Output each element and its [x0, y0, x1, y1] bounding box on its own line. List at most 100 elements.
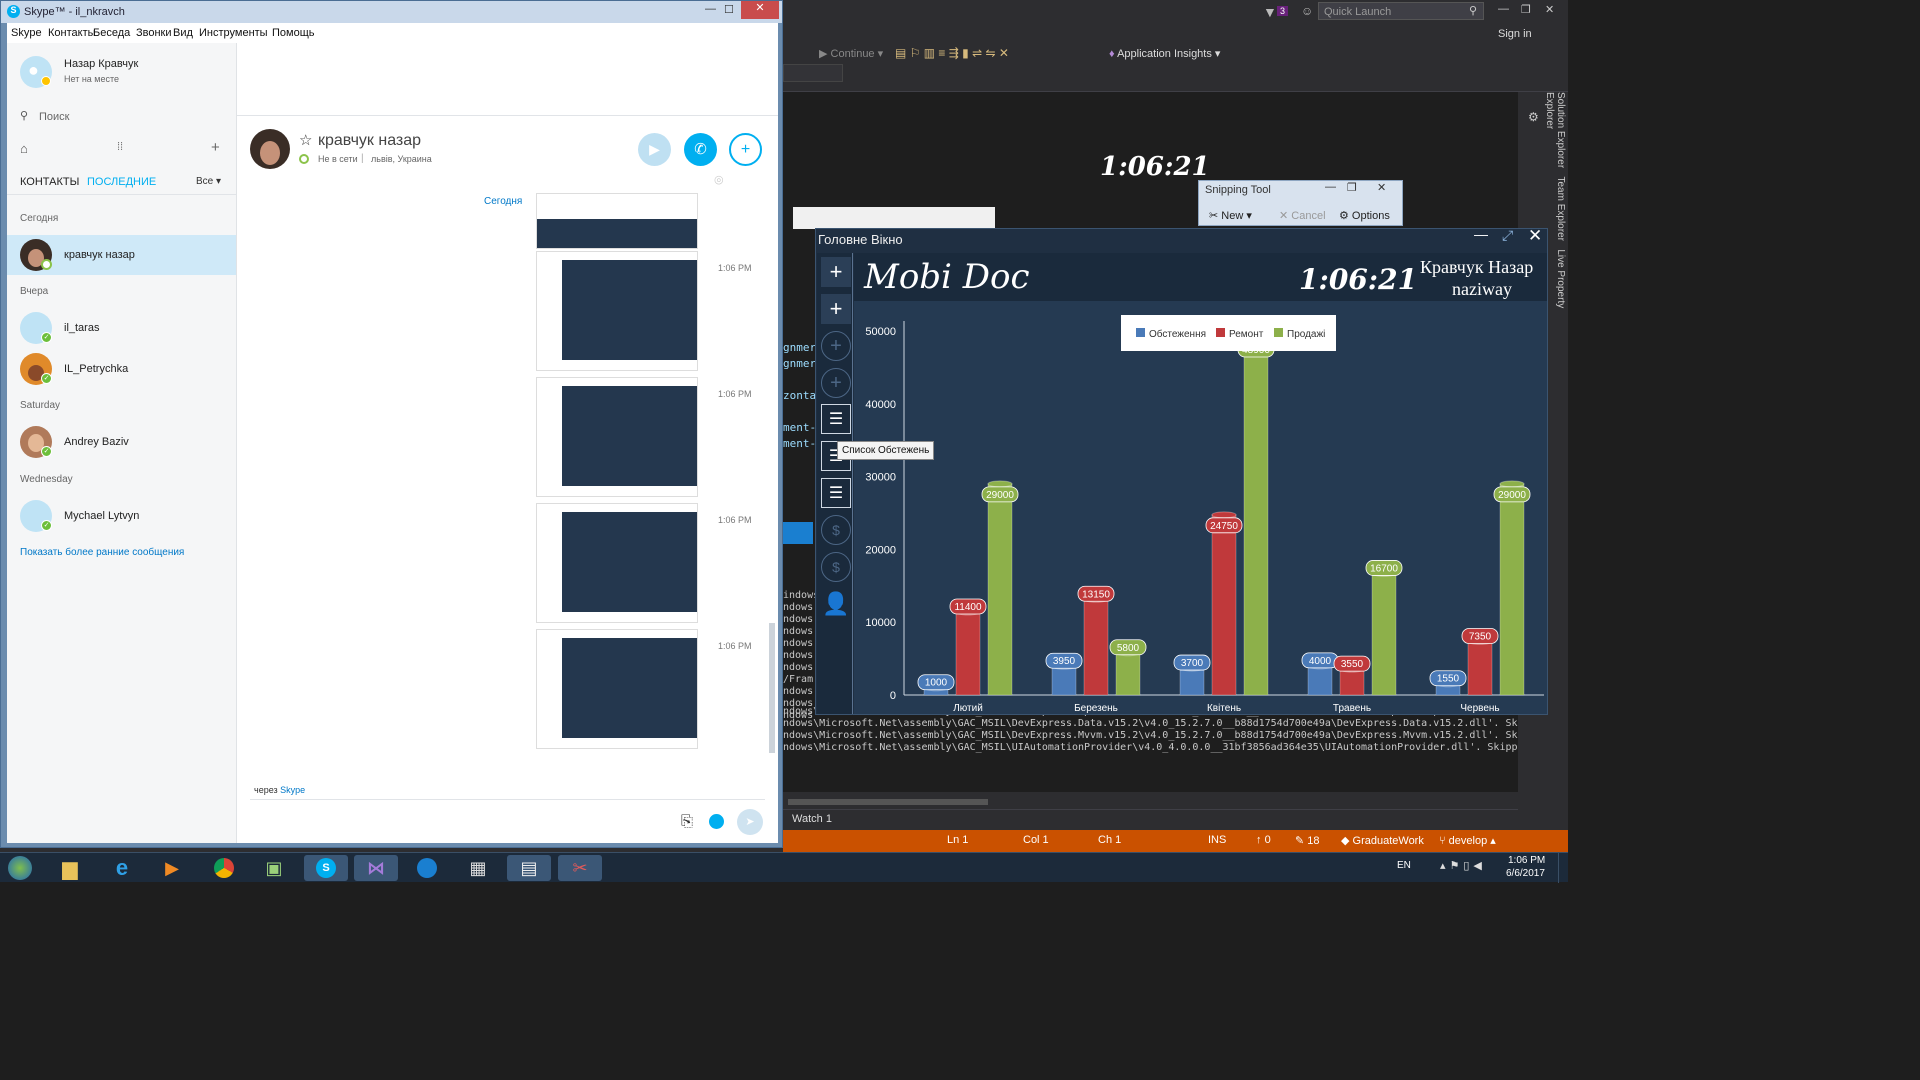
- show-earlier-link[interactable]: Показать более ранние сообщения: [20, 547, 184, 558]
- list-icon[interactable]: ☰: [821, 478, 851, 508]
- show-desktop-button[interactable]: [1558, 853, 1568, 883]
- favorite-star-icon[interactable]: ☆: [299, 131, 312, 149]
- chat-avatar[interactable]: [250, 129, 290, 169]
- image-message[interactable]: [536, 377, 698, 497]
- clock-time[interactable]: 1:06 PM: [1508, 855, 1545, 866]
- filter-dropdown[interactable]: Все ▾: [196, 176, 221, 187]
- dollar-icon[interactable]: $: [821, 552, 851, 582]
- skype-minimize-icon[interactable]: —: [705, 3, 716, 15]
- tab-solution-explorer[interactable]: Solution Explorer: [1555, 92, 1566, 168]
- status-repo[interactable]: ◆ GraduateWork: [1341, 834, 1424, 847]
- application-insights-button[interactable]: ♦ Application Insights ▾: [1109, 47, 1220, 60]
- taskbar-calculator[interactable]: ▦: [456, 855, 500, 881]
- feedback-icon[interactable]: ☺: [1301, 4, 1313, 18]
- image-message[interactable]: [536, 629, 698, 749]
- home-icon[interactable]: ⌂: [20, 141, 28, 156]
- add-contact-button[interactable]: +: [729, 133, 762, 166]
- emoji-icon[interactable]: [709, 814, 724, 829]
- taskbar-terminal[interactable]: ▣: [252, 855, 296, 881]
- list-icon[interactable]: ☰: [821, 404, 851, 434]
- watch-tab[interactable]: Watch 1: [792, 813, 832, 825]
- chat-scrollbar[interactable]: [769, 623, 775, 753]
- skype-maximize-icon[interactable]: ☐: [724, 3, 734, 16]
- add-circle-icon[interactable]: +: [821, 331, 851, 361]
- call-button[interactable]: ✆: [684, 133, 717, 166]
- image-message[interactable]: [536, 251, 698, 371]
- add-icon[interactable]: +: [821, 257, 851, 287]
- taskbar-media-player[interactable]: ▶: [150, 855, 194, 881]
- menu-item[interactable]: Беседа: [93, 27, 130, 39]
- tab-recent[interactable]: ПОСЛЕДНИЕ: [87, 176, 156, 188]
- sign-in-link[interactable]: Sign in: [1498, 28, 1532, 40]
- minimize-icon[interactable]: —: [1498, 3, 1509, 15]
- add-icon[interactable]: +: [211, 139, 220, 156]
- taskbar-chrome[interactable]: [202, 855, 246, 881]
- menu-item[interactable]: Вид: [173, 27, 193, 39]
- close-icon[interactable]: ✕: [1545, 3, 1554, 16]
- clock-date[interactable]: 6/6/2017: [1506, 868, 1545, 879]
- user-logout-icon[interactable]: 👤: [821, 589, 851, 619]
- config-dropdown[interactable]: [783, 64, 843, 82]
- away-status-icon: [41, 76, 51, 86]
- contact-item[interactable]: кравчук назар: [7, 235, 236, 275]
- taskbar-teamviewer[interactable]: [405, 855, 449, 881]
- skype-logo-icon: S: [7, 5, 20, 18]
- add-circle-icon[interactable]: +: [821, 368, 851, 398]
- send-button[interactable]: ➤: [737, 809, 763, 835]
- language-indicator[interactable]: EN: [1397, 860, 1411, 871]
- start-button[interactable]: [0, 855, 40, 881]
- image-message[interactable]: [536, 503, 698, 623]
- contact-item[interactable]: ✓ Mychael Lytvyn: [7, 496, 236, 536]
- via-skype-link[interactable]: Skype: [280, 785, 305, 795]
- toolbar-icons[interactable]: ▤ ⚐ ▥ ≡ ⇶ ▮ ⇌ ⇋ ✕: [895, 46, 1009, 60]
- menu-item[interactable]: Skype: [11, 27, 42, 39]
- tray-icons[interactable]: ▴⚑▯◀: [1440, 859, 1486, 872]
- snip-close-icon[interactable]: ✕: [1377, 181, 1386, 194]
- snip-options-button[interactable]: ⚙ Options: [1339, 209, 1390, 222]
- menu-item[interactable]: Помощь: [272, 27, 315, 39]
- scroll-thumb[interactable]: [788, 799, 988, 805]
- taskbar-internet-explorer[interactable]: e: [100, 855, 144, 881]
- tab-team-explorer[interactable]: Team Explorer: [1555, 177, 1566, 241]
- image-message[interactable]: [536, 193, 698, 249]
- profile-name[interactable]: Назар Кравчук: [64, 58, 138, 70]
- restore-icon[interactable]: ❐: [1521, 3, 1531, 16]
- snip-cancel-button[interactable]: ✕ Cancel: [1279, 209, 1326, 222]
- app-clock: 1:06:21: [1299, 263, 1418, 296]
- taskbar-file-explorer[interactable]: ▆: [48, 855, 92, 881]
- taskbar-snipping-tool[interactable]: ✂: [558, 855, 602, 881]
- contact-item[interactable]: ✓ IL_Petrychka: [7, 349, 236, 389]
- filter-icon[interactable]: ▼: [1263, 4, 1277, 20]
- search-field[interactable]: ⚲ Поиск: [7, 107, 236, 129]
- tab-contacts[interactable]: КОНТАКТЫ: [20, 176, 79, 188]
- taskbar-skype[interactable]: S: [304, 855, 348, 881]
- menu-item[interactable]: Звонки: [136, 27, 172, 39]
- taskbar-visual-studio[interactable]: ⋈: [354, 855, 398, 881]
- mobidoc-close-icon[interactable]: ✕: [1528, 226, 1542, 246]
- status-branch[interactable]: ⑂ develop ▴: [1439, 834, 1496, 847]
- status-edits[interactable]: ✎ 18: [1295, 834, 1320, 847]
- side-tabs[interactable]: Solution Explorer Team Explorer Live Pro…: [1544, 92, 1566, 342]
- dialpad-icon[interactable]: ⁞⁞: [117, 141, 123, 153]
- attach-icon[interactable]: ⎘: [681, 813, 693, 830]
- status-push[interactable]: ↑ 0: [1256, 834, 1271, 846]
- add-icon[interactable]: +: [821, 294, 851, 324]
- output-scrollbar[interactable]: [783, 795, 1518, 809]
- taskbar-notepad[interactable]: ▤: [507, 855, 551, 881]
- quick-launch-input[interactable]: Quick Launch ⚲: [1318, 2, 1484, 20]
- menu-item[interactable]: Контакты: [48, 27, 96, 39]
- mobidoc-minimize-icon[interactable]: —: [1474, 226, 1488, 242]
- video-call-button[interactable]: ▶: [638, 133, 671, 166]
- menu-item[interactable]: Инструменты: [199, 27, 268, 39]
- mobidoc-maximize-icon[interactable]: ⤢: [1502, 227, 1513, 244]
- snip-new-button[interactable]: ✂ New ▾: [1209, 209, 1252, 222]
- snip-minimize-icon[interactable]: —: [1325, 181, 1336, 193]
- contact-item[interactable]: ✓ il_taras: [7, 308, 236, 348]
- skype-close-icon[interactable]: ✕: [741, 1, 779, 19]
- dollar-icon[interactable]: $: [821, 515, 851, 545]
- profile-status[interactable]: Нет на месте: [64, 74, 119, 84]
- contact-item[interactable]: ✓ Andrey Baziv: [7, 422, 236, 462]
- continue-button[interactable]: ▶ Continue ▾: [819, 47, 883, 60]
- snip-restore-icon[interactable]: ❐: [1347, 181, 1357, 194]
- gear-icon[interactable]: ⚙: [1528, 110, 1539, 124]
